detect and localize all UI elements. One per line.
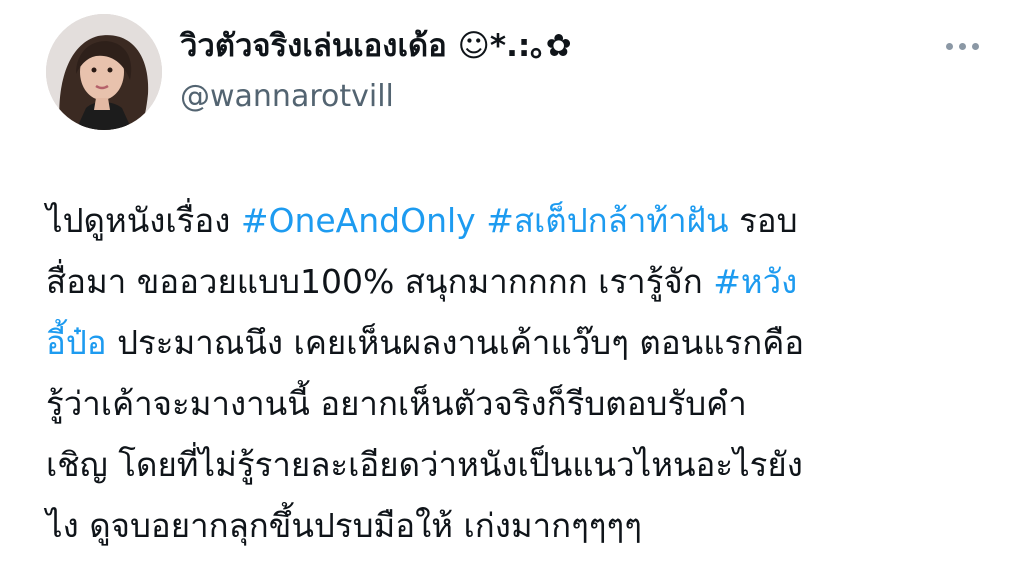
- text-span: ไปดูหนังเรื่อง: [46, 201, 241, 240]
- tweet-line: รู้ว่าเค้าจะมางานนี้ อยากเห็นตัวจริงก็รี…: [46, 373, 986, 434]
- text-span: สื่อมา ขออวยแบบ100% สนุกมากกกก เรารู้จัก: [46, 262, 714, 301]
- text-span: [476, 201, 487, 240]
- text-span: เชิญ โดยที่ไม่รู้รายละเอียดว่าหนังเป็นแน…: [46, 445, 803, 484]
- more-horizontal-icon: [958, 42, 966, 50]
- more-horizontal-icon: [971, 42, 979, 50]
- hashtag-link[interactable]: #สเต็ปกล้าท้าฝัน: [486, 201, 728, 240]
- display-name[interactable]: วิวตัวจริงเล่นเองเด้อ ☺︎*.:｡✿: [180, 24, 572, 68]
- hashtag-link[interactable]: #OneAndOnly: [241, 201, 476, 240]
- avatar[interactable]: [46, 14, 162, 130]
- text-span: ประมาณนึง เคยเห็นผลงานเค้าแว๊บๆ ตอนแรกคื…: [106, 323, 805, 362]
- tweet-line: ไปดูหนังเรื่อง #OneAndOnly #สเต็ปกล้าท้า…: [46, 190, 986, 251]
- text-span: รู้ว่าเค้าจะมางานนี้ อยากเห็นตัวจริงก็รี…: [46, 384, 747, 423]
- tweet-line: อี้ป๋อ ประมาณนึง เคยเห็นผลงานเค้าแว๊บๆ ต…: [46, 312, 986, 373]
- tweet-text: ไปดูหนังเรื่อง #OneAndOnly #สเต็ปกล้าท้า…: [46, 190, 986, 556]
- tweet-card: วิวตัวจริงเล่นเองเด้อ ☺︎*.:｡✿ @wannarotv…: [0, 0, 1024, 588]
- profile-photo-icon: [46, 14, 162, 130]
- text-span: ไง ดูจบอยากลุกขึ้นปรบมือให้ เก่งมากๆๆๆๆ: [46, 506, 642, 545]
- hashtag-link[interactable]: อี้ป๋อ: [46, 323, 107, 362]
- more-options-button[interactable]: [936, 30, 988, 62]
- more-horizontal-icon: [945, 42, 953, 50]
- tweet-line: ไง ดูจบอยากลุกขึ้นปรบมือให้ เก่งมากๆๆๆๆ: [46, 495, 986, 556]
- user-handle[interactable]: @wannarotvill: [180, 76, 394, 118]
- text-span: รอบ: [728, 201, 798, 240]
- hashtag-link[interactable]: #หวัง: [713, 262, 797, 301]
- tweet-line: เชิญ โดยที่ไม่รู้รายละเอียดว่าหนังเป็นแน…: [46, 434, 986, 495]
- tweet-line: สื่อมา ขออวยแบบ100% สนุกมากกกก เรารู้จัก…: [46, 251, 986, 312]
